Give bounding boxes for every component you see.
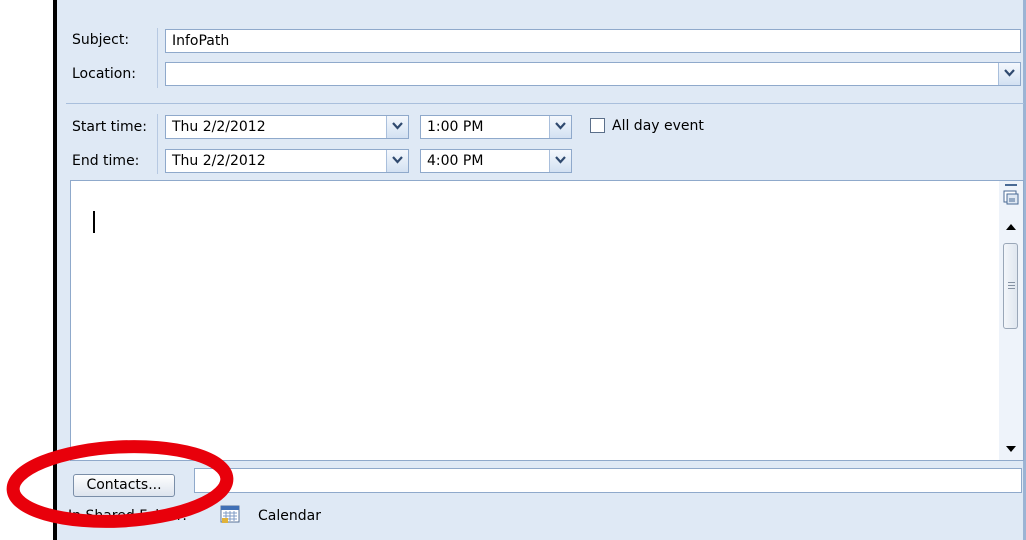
end-time-value: 4:00 PM (427, 153, 484, 169)
scroll-up-icon[interactable] (1005, 223, 1017, 231)
location-combobox[interactable] (165, 62, 1021, 86)
calendar-icon (220, 505, 240, 523)
start-date-value: Thu 2/2/2012 (172, 119, 266, 135)
label-divider (157, 114, 158, 174)
end-date-value: Thu 2/2/2012 (172, 153, 266, 169)
scrollbar-thumb[interactable] (1003, 243, 1018, 329)
text-caret (93, 211, 95, 233)
start-time-dropdown-button[interactable] (549, 116, 571, 138)
end-date-combobox[interactable]: Thu 2/2/2012 (165, 149, 409, 173)
start-date-combobox[interactable]: Thu 2/2/2012 (165, 115, 409, 139)
dropdown-arrow-icon (392, 122, 403, 130)
end-time-combobox[interactable]: 4:00 PM (420, 149, 572, 173)
all-day-checkbox[interactable] (590, 118, 605, 133)
contacts-input[interactable] (194, 468, 1022, 493)
start-time-combobox[interactable]: 1:00 PM (420, 115, 572, 139)
shared-folder-label: In Shared Folder: (68, 508, 187, 524)
end-time-dropdown-button[interactable] (549, 150, 571, 172)
dropdown-arrow-icon (392, 156, 403, 164)
dropdown-arrow-icon (555, 156, 566, 164)
section-divider (66, 103, 1024, 104)
subject-label: Subject: (72, 32, 130, 48)
label-divider (157, 28, 158, 88)
end-date-dropdown-button[interactable] (386, 150, 408, 172)
body-vertical-scrollbar[interactable] (999, 181, 1023, 460)
location-dropdown-button[interactable] (998, 63, 1020, 85)
start-time-label: Start time: (72, 119, 147, 135)
location-label: Location: (72, 66, 136, 82)
dropdown-arrow-icon (555, 122, 566, 130)
all-day-label: All day event (612, 118, 704, 134)
dropdown-arrow-icon (1004, 69, 1015, 77)
end-time-label: End time: (72, 153, 140, 169)
contacts-button[interactable]: Contacts... (73, 474, 175, 497)
calendar-folder-label: Calendar (258, 508, 321, 524)
subject-input[interactable]: InfoPath (165, 29, 1021, 53)
appointment-body-editor[interactable] (70, 180, 1024, 461)
scroll-down-icon[interactable] (1005, 445, 1017, 453)
format-toggle-icon[interactable] (1002, 183, 1020, 207)
start-time-value: 1:00 PM (427, 119, 484, 135)
start-date-dropdown-button[interactable] (386, 116, 408, 138)
